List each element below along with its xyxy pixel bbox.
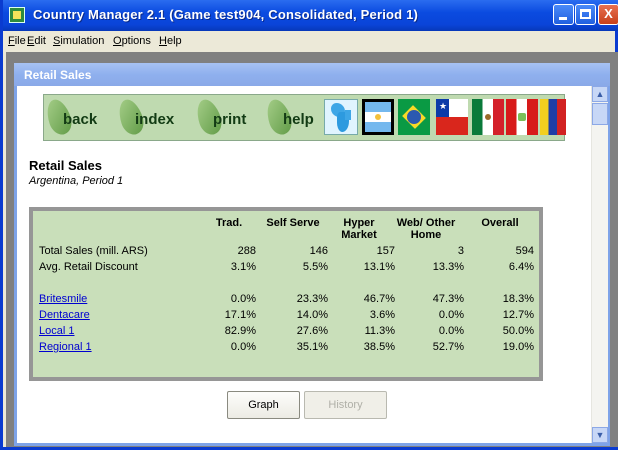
print-label: print	[213, 111, 247, 128]
cell-value: 288	[237, 245, 256, 257]
page-title: Retail Sales	[29, 158, 102, 173]
cell-value: 18.3%	[502, 293, 534, 305]
cell-value: 23.3%	[296, 293, 328, 305]
cell-value: 3	[457, 245, 464, 257]
table-row: Britesmile 0.0% 23.3% 46.7% 47.3% 18.3%	[33, 293, 539, 308]
brand-link-britesmile[interactable]: Britesmile	[39, 293, 87, 305]
retail-sales-table: Trad. Self Serve Hyper Market Web/ Other…	[29, 207, 543, 381]
close-button[interactable]: X	[598, 4, 618, 25]
child-title-bar[interactable]: Retail Sales	[14, 63, 610, 86]
table-row: Regional 1 0.0% 35.1% 38.5% 52.7% 19.0%	[33, 341, 539, 356]
help-label: help	[283, 111, 314, 128]
retail-sales-window: Retail Sales back index print help ★ Ret…	[14, 63, 610, 446]
cell-value: 82.9%	[224, 325, 256, 337]
table-row: Avg. Retail Discount 3.1% 5.5% 13.1% 13.…	[33, 261, 539, 276]
mdi-area: Retail Sales back index print help ★ Ret…	[6, 52, 618, 447]
table-row: Dentacare 17.1% 14.0% 3.6% 0.0% 12.7%	[33, 309, 539, 324]
cell-value: 594	[515, 245, 534, 257]
cell-value: 27.6%	[296, 325, 328, 337]
cell-value: 11.3%	[364, 325, 395, 337]
content-area: back index print help ★ Retail Sales Arg…	[17, 86, 591, 443]
brand-link-regional-1[interactable]: Regional 1	[39, 341, 92, 353]
cell-value: 157	[376, 245, 395, 257]
back-button[interactable]: back	[42, 96, 108, 138]
cell-value: 17.1%	[224, 309, 256, 321]
cell-value: 38.5%	[363, 341, 395, 353]
scroll-up-icon[interactable]: ▲	[592, 86, 608, 102]
row-label: Total Sales (mill. ARS)	[39, 245, 148, 257]
cell-value: 12.7%	[502, 309, 534, 321]
col-header-hyper-market: Hyper Market	[341, 217, 377, 241]
graph-button[interactable]: Graph	[227, 391, 300, 419]
argentina-flag-icon[interactable]	[362, 99, 394, 135]
cell-value: 0.0%	[230, 341, 256, 353]
index-button[interactable]: index	[114, 96, 186, 138]
cell-value: 14.0%	[296, 309, 328, 321]
table-row: Total Sales (mill. ARS) 288 146 157 3 59…	[33, 245, 539, 260]
scroll-down-icon[interactable]: ▼	[592, 427, 608, 443]
child-window-title: Retail Sales	[24, 68, 92, 82]
cell-value: 0.0%	[438, 325, 464, 337]
window-title: Country Manager 2.1 (Game test904, Conso…	[33, 7, 419, 22]
minimize-icon	[559, 17, 567, 20]
menu-edit[interactable]: Edit	[27, 35, 46, 47]
maximize-button[interactable]	[575, 4, 596, 25]
print-button[interactable]: print	[192, 96, 264, 138]
chile-flag-icon[interactable]: ★	[436, 99, 468, 135]
cell-value: 6.4%	[508, 261, 534, 273]
brazil-flag-icon[interactable]	[398, 99, 430, 135]
peru-flag-icon[interactable]	[506, 99, 538, 135]
cell-value: 50.0%	[502, 325, 534, 337]
cell-value: 146	[309, 245, 328, 257]
map-icon[interactable]	[324, 99, 358, 135]
menu-simulation[interactable]: Simulation	[53, 35, 104, 47]
table-row: Local 1 82.9% 27.6% 11.3% 0.0% 50.0%	[33, 325, 539, 340]
cell-value: 3.6%	[369, 309, 395, 321]
menu-bar: File Edit Simulation Options Help	[6, 33, 618, 51]
brand-link-dentacare[interactable]: Dentacare	[39, 309, 90, 321]
minimize-button[interactable]	[553, 4, 574, 25]
col-header-self-serve: Self Serve	[266, 217, 320, 229]
mexico-flag-icon[interactable]	[472, 99, 504, 135]
nav-bar: back index print help ★	[42, 94, 566, 141]
scroll-thumb[interactable]	[592, 103, 608, 125]
cell-value: 13.3%	[432, 261, 464, 273]
cell-value: 5.5%	[302, 261, 328, 273]
app-icon	[9, 7, 25, 23]
page-subtitle: Argentina, Period 1	[29, 175, 124, 187]
col-header-web-other-home: Web/ Other Home	[396, 217, 456, 241]
index-label: index	[135, 111, 175, 128]
cell-value: 46.7%	[363, 293, 395, 305]
col-header-trad: Trad.	[215, 217, 243, 229]
title-bar[interactable]: Country Manager 2.1 (Game test904, Conso…	[3, 0, 618, 31]
brand-link-local-1[interactable]: Local 1	[39, 325, 74, 337]
menu-file[interactable]: File	[8, 35, 26, 47]
venezuela-flag-icon[interactable]	[540, 99, 566, 135]
cell-value: 19.0%	[502, 341, 534, 353]
cell-value: 52.7%	[432, 341, 464, 353]
cell-value: 35.1%	[296, 341, 328, 353]
cell-value: 0.0%	[230, 293, 256, 305]
maximize-icon	[580, 9, 591, 19]
vertical-scrollbar[interactable]: ▲ ▼	[591, 86, 608, 443]
menu-help[interactable]: Help	[159, 35, 182, 47]
cell-value: 13.1%	[363, 261, 395, 273]
cell-value: 3.1%	[230, 261, 256, 273]
menu-options[interactable]: Options	[113, 35, 151, 47]
col-header-overall: Overall	[481, 217, 519, 229]
back-label: back	[63, 111, 98, 128]
history-button[interactable]: History	[304, 391, 387, 419]
main-window: Country Manager 2.1 (Game test904, Conso…	[0, 0, 618, 450]
row-label: Avg. Retail Discount	[39, 261, 138, 273]
cell-value: 0.0%	[438, 309, 464, 321]
cell-value: 47.3%	[432, 293, 464, 305]
